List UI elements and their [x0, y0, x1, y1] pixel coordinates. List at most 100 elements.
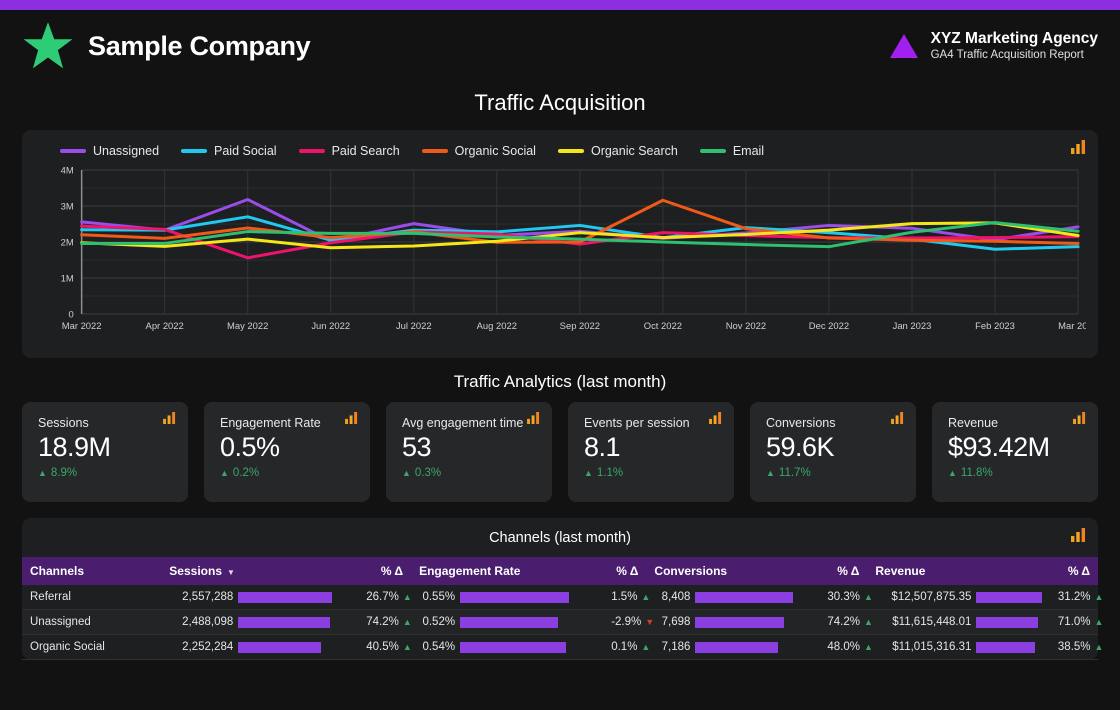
trend-up-icon: ▲: [863, 592, 873, 602]
kpi-value: $93.42M: [948, 432, 1050, 462]
x-axis-tick-label: Mar 2022: [62, 321, 102, 332]
revenue-delta-value: 71.0%: [1057, 616, 1091, 628]
kpi-delta: ▲ 0.3%: [402, 467, 538, 479]
company-branding: Sample Company: [22, 20, 311, 72]
legend-item-unassigned[interactable]: Unassigned: [60, 144, 159, 158]
revenue-delta-cell: 38.5% ▲: [1049, 634, 1103, 660]
section-title-channels: Channels (last month): [489, 530, 631, 546]
table-header-[interactable]: % Δ: [1049, 557, 1098, 585]
trend-up-icon: ▲: [402, 592, 412, 602]
conversions-cell: 7,186: [646, 634, 820, 660]
kpi-label: Events per session: [584, 416, 690, 430]
trend-up-icon: ▲: [402, 617, 412, 627]
trend-up-icon: ▲: [641, 592, 651, 602]
chart-legend: Unassigned Paid Social Paid Search Organic …: [34, 140, 1086, 164]
y-axis-tick-label: 0: [68, 309, 73, 320]
legend-item-organic-search[interactable]: Organic Search: [557, 144, 678, 158]
kpi-label: Revenue: [948, 416, 999, 430]
channel-cell: Organic Social: [22, 634, 162, 660]
kpi-card-revenue[interactable]: Revenue $93.42M ▲ 11.8%: [932, 402, 1098, 502]
x-axis-tick-label: Jan 2023: [893, 321, 932, 332]
engagement-delta-value: 1.5%: [611, 591, 638, 603]
legend-item-paid-search[interactable]: Paid Search: [298, 144, 400, 158]
revenue-delta-value: 38.5%: [1057, 641, 1091, 653]
conversions-value: 7,698: [661, 616, 691, 628]
x-axis-tick-label: Oct 2022: [644, 321, 682, 332]
table-row[interactable]: Organic Social 2,252,284 40.5% ▲ 0.54% 0.1% ▲ 7…: [22, 634, 1103, 660]
y-axis-tick-label: 1M: [61, 273, 74, 284]
engagement-bar: [460, 591, 570, 603]
kpi-delta-value: 8.9%: [50, 467, 78, 480]
trend-up-icon: ▲: [38, 467, 47, 478]
kpi-card-events-per-session[interactable]: Events per session 8.1 ▲ 1.1%: [568, 402, 734, 502]
kpi-delta: ▲ 0.2%: [220, 467, 356, 479]
kpi-label: Sessions: [38, 416, 89, 430]
table-header-conversions[interactable]: Conversions: [646, 557, 820, 585]
kpi-card-sessions[interactable]: Sessions 18.9M ▲ 8.9%: [22, 402, 188, 502]
conversions-cell: 7,698: [646, 609, 820, 635]
legend-item-organic-social[interactable]: Organic Social: [421, 144, 536, 158]
kpi-label: Conversions: [766, 416, 836, 430]
trend-up-icon: ▲: [641, 642, 651, 652]
conversions-delta-value: 30.3%: [827, 591, 860, 603]
table-header-[interactable]: % Δ: [603, 557, 647, 585]
legend-item-paid-social[interactable]: Paid Social: [181, 144, 277, 158]
legend-swatch-icon: [557, 149, 584, 153]
legend-item-email[interactable]: Email: [699, 144, 764, 158]
table-body: Referral 2,557,288 26.7% ▲ 0.55% 1.5% ▲ 8,408 30…: [22, 585, 1103, 660]
kpi-value: 53: [402, 432, 432, 462]
table-header-[interactable]: % Δ: [358, 557, 412, 585]
revenue-cell: $11,615,448.01: [867, 609, 1050, 635]
trend-up-icon: ▲: [220, 467, 229, 478]
trend-up-icon: ▲: [863, 642, 873, 652]
table-header-sessions[interactable]: Sessions ▼: [161, 557, 359, 585]
revenue-delta-cell: 71.0% ▲: [1049, 609, 1103, 635]
agency-branding: XYZ Marketing Agency GA4 Traffic Acquisi…: [889, 29, 1098, 63]
revenue-value: $12,507,875.35: [891, 591, 972, 603]
legend-swatch-icon: [421, 149, 448, 153]
kpi-label: Engagement Rate: [220, 416, 321, 430]
channel-name: Referral: [30, 591, 71, 603]
kpi-delta-value: 1.1%: [596, 467, 624, 480]
channel-cell: Unassigned: [22, 609, 162, 635]
sessions-bar: [238, 591, 333, 603]
kpi-card-engagement-rate[interactable]: Engagement Rate 0.5% ▲ 0.2%: [204, 402, 370, 502]
kpi-delta: ▲ 8.9%: [38, 467, 174, 479]
revenue-bar: [976, 616, 1038, 628]
kpi-value: 18.9M: [38, 432, 111, 462]
table-header-engagement-rate[interactable]: Engagement Rate: [411, 557, 604, 585]
conversions-delta-value: 48.0%: [827, 641, 860, 653]
conversions-delta-value: 74.2%: [827, 616, 860, 628]
trend-up-icon: ▲: [948, 467, 957, 478]
table-header-[interactable]: % Δ: [819, 557, 868, 585]
sessions-bar: [238, 616, 330, 628]
kpi-label: Avg engagement time: [402, 416, 524, 430]
kpi-delta-value: 11.8%: [960, 467, 993, 480]
table-row[interactable]: Referral 2,557,288 26.7% ▲ 0.55% 1.5% ▲ 8,408 30…: [22, 585, 1103, 610]
table-row[interactable]: Unassigned 2,488,098 74.2% ▲ 0.52% -2.9% ▼ 7,69…: [22, 609, 1103, 635]
table-header-row: Channels Sessions ▼% Δ Engagement Rate% Δ Co…: [22, 557, 1098, 585]
kpi-delta-value: 0.2%: [232, 467, 260, 480]
sort-descending-icon[interactable]: ▼: [227, 568, 235, 577]
kpi-card-conversions[interactable]: Conversions 59.6K ▲ 11.7%: [750, 402, 916, 502]
kpi-delta-value: 0.3%: [414, 467, 442, 480]
engagement-value: 0.52%: [422, 616, 456, 628]
ga-bars-icon: [1073, 412, 1086, 424]
traffic-line-chart: 0 1M 2M 3M 4M Mar 2022 Apr 2022 May 2022 Jun 202…: [61, 165, 1086, 332]
trend-up-icon: ▲: [402, 467, 411, 478]
x-axis-tick-label: Jun 2022: [311, 321, 350, 332]
report-header: Sample Company XYZ Marketing Agency GA4 …: [0, 10, 1120, 82]
kpi-scorecard-row: Sessions 18.9M ▲ 8.9% Engagement Rate 0.5% ▲ 0.…: [22, 402, 1098, 502]
x-axis-tick-label: Sep 2022: [560, 321, 600, 332]
engagement-cell: 0.54%: [411, 634, 604, 660]
legend-label: Unassigned: [93, 144, 160, 158]
conversions-value: 8,408: [661, 591, 691, 603]
x-axis-tick-label: Aug 2022: [477, 321, 517, 332]
x-axis-tick-label: Jul 2022: [396, 321, 432, 332]
x-axis-tick-label: May 2022: [227, 321, 268, 332]
table-header-channels[interactable]: Channels: [22, 557, 162, 585]
kpi-card-avg-engagement-time[interactable]: Avg engagement time 53 ▲ 0.3%: [386, 402, 552, 502]
table-header-revenue[interactable]: Revenue: [867, 557, 1050, 585]
revenue-bar: [976, 591, 1042, 603]
agency-name: XYZ Marketing Agency: [930, 29, 1098, 47]
